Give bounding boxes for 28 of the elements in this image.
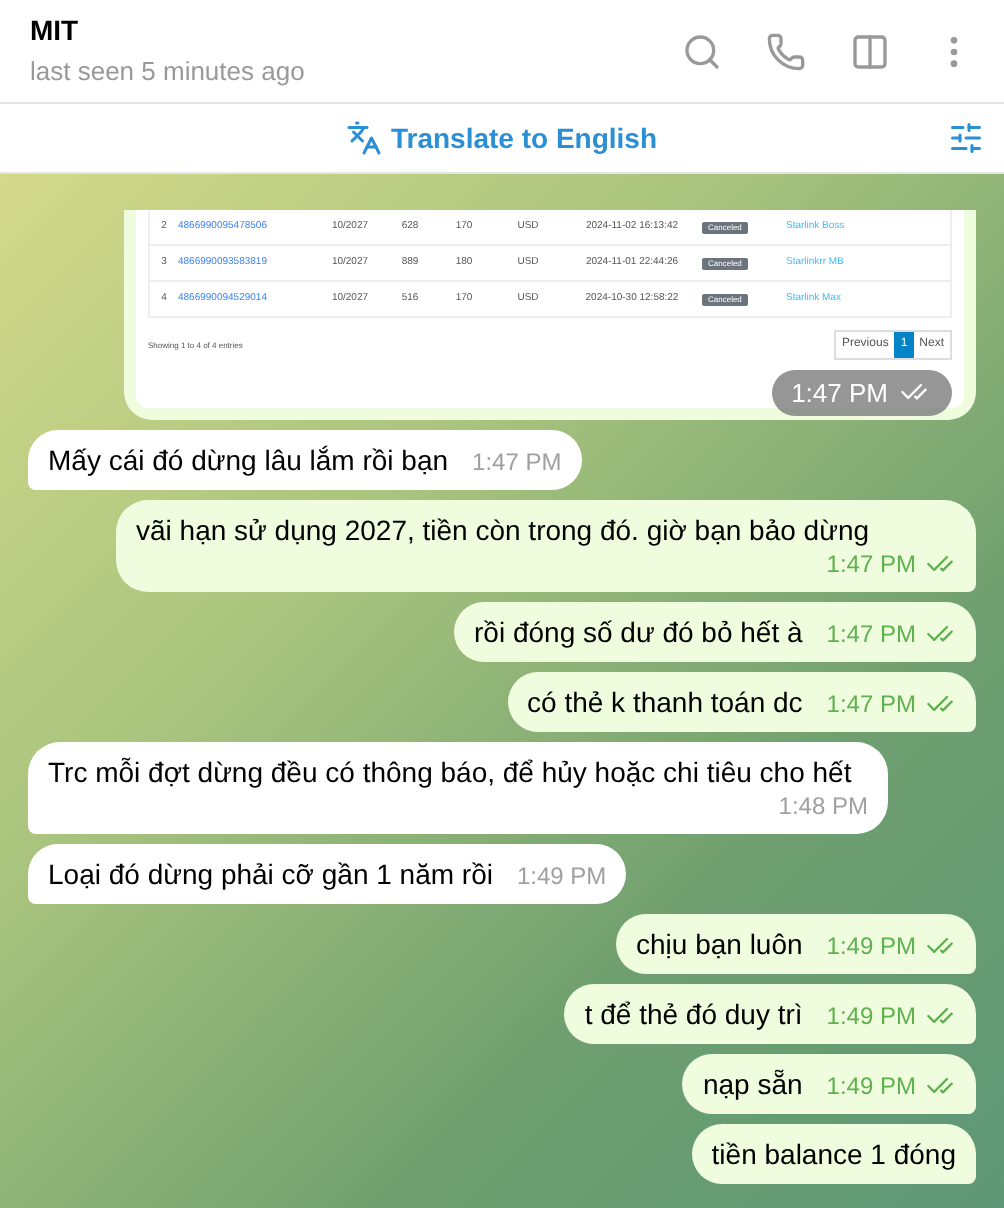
message-time: 1:47 PM (826, 618, 916, 650)
message-time: 1:49 PM (826, 1000, 916, 1032)
message-text: có thẻ k thanh toán dc (527, 684, 803, 720)
message-text: Loại đó dừng phải cỡ gần 1 năm rồi (48, 856, 493, 892)
search-icon[interactable] (682, 31, 722, 71)
last-seen-status: last seen 5 minutes ago (30, 54, 307, 91)
phone-icon[interactable] (766, 31, 806, 71)
message-time: 1:47 PM (826, 548, 916, 580)
message-text: tiền balance 1 đóng (711, 1136, 956, 1172)
message-text: rồi đóng số dư đó bỏ hết à (474, 614, 803, 650)
message-text: chịu bạn luôn (636, 926, 803, 962)
message-time: 1:49 PM (826, 1070, 916, 1102)
message-text: t để thẻ đó duy trì (584, 996, 803, 1032)
message-time: 1:49 PM (826, 930, 916, 962)
message-text: vãi hạn sử dụng 2027, tiền còn trong đó. giờ bạn bảo dừng (136, 512, 872, 548)
message-time: 1:48 PM (778, 790, 868, 822)
message-text: Trc mỗi đợt dừng đều có thông báo, để hủy hoặc chi tiêu cho hết (48, 754, 854, 790)
settings-icon[interactable] (948, 120, 984, 156)
message-time: 1:47 PM (472, 446, 562, 478)
message-time: 1:47 PM (791, 375, 888, 411)
message-time: 1:47 PM (826, 688, 916, 720)
chat-title: MIT (30, 12, 81, 51)
message-text: Mấy cái đó dừng lâu lắm rồi bạn (48, 442, 449, 478)
message-text: nạp sẵn (702, 1066, 803, 1102)
message-time: 1:49 PM (516, 860, 607, 892)
translate-button[interactable]: Translate to English (346, 117, 658, 159)
sidebar-toggle-icon[interactable] (850, 31, 890, 71)
translate-icon (346, 120, 383, 156)
